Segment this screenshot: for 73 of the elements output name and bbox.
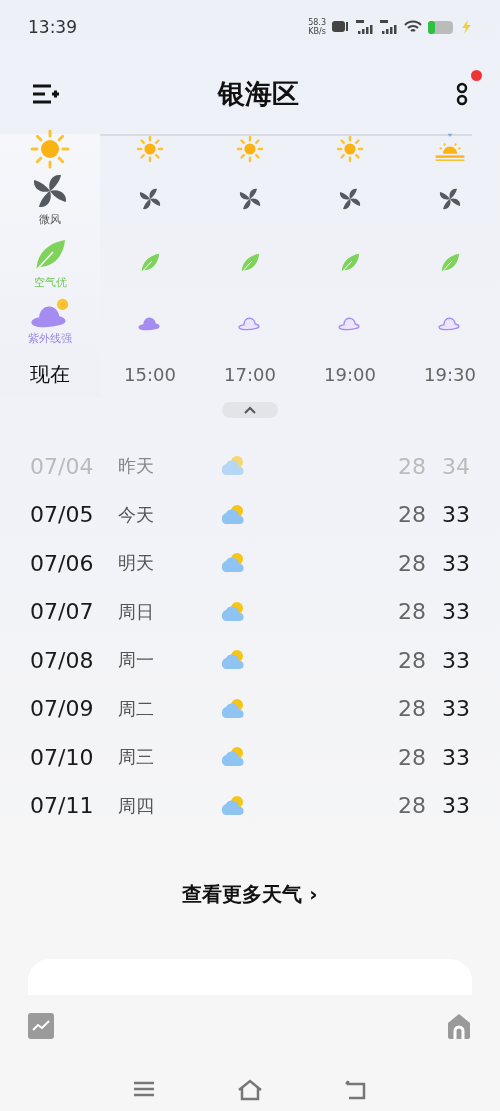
uv-label: 紫外线强 bbox=[28, 331, 72, 347]
collapse-handle[interactable] bbox=[222, 402, 278, 418]
forecast-date: 07/04 bbox=[30, 453, 95, 479]
low-temperature: 28 bbox=[397, 744, 426, 770]
forecast-date: 07/10 bbox=[30, 744, 95, 770]
forecast-day: 周四 bbox=[118, 793, 218, 818]
home-icon[interactable] bbox=[236, 1079, 264, 1101]
forecast-day: 今天 bbox=[118, 502, 218, 527]
sun-icon bbox=[30, 129, 70, 169]
low-temperature: 28 bbox=[397, 502, 426, 528]
signal-icon bbox=[380, 20, 398, 34]
low-temperature: 28 bbox=[397, 647, 426, 673]
forecast-date: 07/11 bbox=[30, 793, 95, 819]
fan-icon bbox=[238, 187, 262, 211]
forecast-date: 07/09 bbox=[30, 696, 95, 722]
forecast-date: 07/05 bbox=[30, 502, 95, 528]
forecast-day: 昨天 bbox=[118, 454, 218, 479]
hour-column[interactable]: 19:30 bbox=[400, 134, 500, 398]
charging-icon bbox=[460, 20, 472, 34]
high-temperature: 33 bbox=[441, 793, 470, 819]
hour-column[interactable]: 19:00 bbox=[300, 134, 400, 398]
forecast-date: 07/08 bbox=[30, 647, 95, 673]
sun-icon bbox=[234, 133, 266, 165]
fan-icon bbox=[338, 187, 362, 211]
forecast-date: 07/06 bbox=[30, 550, 95, 576]
leaf-icon bbox=[439, 252, 461, 274]
low-temperature: 28 bbox=[397, 696, 426, 722]
wifi-icon bbox=[404, 20, 422, 34]
sun-icon bbox=[334, 133, 366, 165]
network-speed-unit: KB/s bbox=[308, 27, 326, 36]
hour-time: 19:30 bbox=[424, 363, 476, 385]
forecast-day: 周一 bbox=[118, 648, 218, 673]
forecast-day: 明天 bbox=[118, 551, 218, 576]
hour-column[interactable]: 15:00 bbox=[100, 134, 200, 398]
fan-icon bbox=[438, 187, 462, 211]
air-quality-label: 空气优 bbox=[33, 274, 67, 290]
more-weather-link[interactable]: 查看更多天气 › bbox=[176, 880, 324, 909]
high-temperature: 33 bbox=[441, 647, 470, 673]
network-speed: 58.3 bbox=[308, 18, 326, 27]
leaf-icon bbox=[339, 252, 361, 274]
low-temperature: 28 bbox=[397, 599, 426, 625]
status-time: 13:39 bbox=[28, 17, 77, 37]
high-temperature: 33 bbox=[441, 744, 470, 770]
fan-icon bbox=[138, 187, 162, 211]
forecast-day: 周日 bbox=[118, 599, 218, 624]
forecast-date: 07/07 bbox=[30, 599, 95, 625]
leaf-icon bbox=[139, 252, 161, 274]
hour-time: 15:00 bbox=[124, 363, 176, 385]
high-temperature: 33 bbox=[441, 502, 470, 528]
hour-time: 19:00 bbox=[324, 363, 376, 385]
hour-time: 现在 bbox=[30, 360, 70, 388]
signal-icon bbox=[356, 20, 374, 34]
trend-chart-icon[interactable] bbox=[28, 1013, 54, 1039]
city-title: 银海区 bbox=[217, 77, 299, 111]
high-temperature: 33 bbox=[441, 696, 470, 722]
menu-icon[interactable] bbox=[132, 1079, 156, 1099]
high-temperature: 33 bbox=[441, 550, 470, 576]
hour-column[interactable]: 17:00 bbox=[200, 134, 300, 398]
forecast-day: 周三 bbox=[118, 745, 218, 770]
add-city-icon[interactable] bbox=[32, 83, 60, 105]
low-temperature: 28 bbox=[397, 793, 426, 819]
home-icon[interactable] bbox=[446, 1013, 472, 1039]
high-temperature: 33 bbox=[441, 599, 470, 625]
low-temperature: 28 bbox=[397, 550, 426, 576]
wind-label: 微风 bbox=[39, 211, 61, 227]
leaf-icon bbox=[239, 252, 261, 274]
back-icon[interactable] bbox=[344, 1079, 368, 1101]
forecast-day: 周二 bbox=[118, 696, 218, 721]
low-temperature: 28 bbox=[397, 453, 426, 479]
battery-icon bbox=[428, 20, 454, 34]
sun-icon bbox=[134, 133, 166, 165]
high-temperature: 34 bbox=[441, 453, 470, 479]
hour-time: 17:00 bbox=[224, 363, 276, 385]
